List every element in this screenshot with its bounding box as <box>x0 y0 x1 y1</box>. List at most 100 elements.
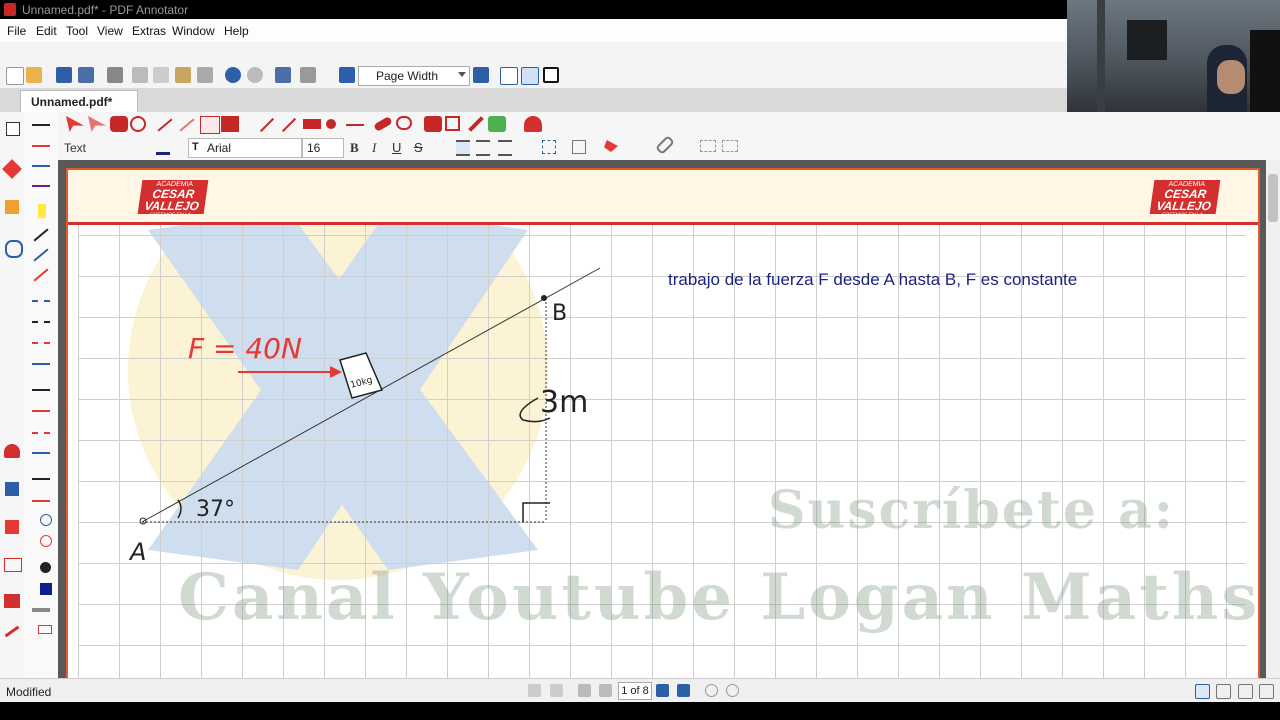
favorites-heart-icon[interactable] <box>524 116 542 132</box>
zoom-out-icon[interactable] <box>339 67 355 83</box>
align-right-icon[interactable] <box>498 140 512 156</box>
ungroup-icon[interactable] <box>722 140 738 152</box>
arrow-tool-icon[interactable] <box>281 117 297 133</box>
stamp-label-icon[interactable] <box>4 558 22 572</box>
zoom-tool-icon[interactable] <box>130 116 146 132</box>
save-icon[interactable] <box>56 67 72 83</box>
border-width-icon[interactable] <box>572 140 586 154</box>
text-select-icon[interactable] <box>88 116 106 132</box>
marker-tool-icon[interactable] <box>179 118 195 132</box>
ruler-icon[interactable] <box>468 116 484 132</box>
menu-help[interactable]: Help <box>224 24 249 38</box>
favorites-heart-icon[interactable] <box>4 444 20 458</box>
paperclip-icon[interactable] <box>5 240 23 258</box>
camera-icon[interactable] <box>424 116 442 132</box>
stamp-tool-icon[interactable] <box>221 116 239 132</box>
menu-tool[interactable]: Tool <box>66 24 88 38</box>
history-back-icon[interactable] <box>528 684 541 697</box>
next-page-icon[interactable] <box>656 684 669 697</box>
circle-blue-icon[interactable] <box>40 514 52 526</box>
menu-window[interactable]: Window <box>172 24 215 38</box>
first-page-icon[interactable] <box>578 684 591 697</box>
view-facing-icon[interactable] <box>1238 684 1253 699</box>
text-color-icon[interactable] <box>156 138 170 155</box>
insert-page-icon[interactable] <box>488 116 506 132</box>
single-page-icon[interactable] <box>500 67 518 85</box>
border-style-icon[interactable] <box>542 140 556 154</box>
paste-icon[interactable] <box>175 67 191 83</box>
arrow-blue-icon[interactable] <box>32 452 50 454</box>
rect-blue-icon[interactable] <box>40 583 52 595</box>
dashed-red-2-icon[interactable] <box>32 432 50 434</box>
history-forward-icon[interactable] <box>550 684 563 697</box>
redo-icon[interactable] <box>247 67 263 83</box>
page-options-icon[interactable] <box>300 67 316 83</box>
vertical-scrollbar[interactable] <box>1266 160 1280 678</box>
pen-blue-icon[interactable] <box>32 165 50 167</box>
pen-icon[interactable] <box>157 118 173 132</box>
text-box-icon[interactable] <box>200 116 220 134</box>
undo-icon[interactable] <box>225 67 241 83</box>
previous-page-icon[interactable] <box>599 684 612 697</box>
fullscreen-icon[interactable] <box>543 67 559 83</box>
page-indicator[interactable]: 1 of 8 <box>618 682 652 700</box>
dimension-blue-icon[interactable] <box>32 363 50 365</box>
dimension-tool-icon[interactable] <box>346 124 364 126</box>
delete-icon[interactable] <box>197 67 213 83</box>
page-width-icon[interactable] <box>521 67 539 85</box>
pen-black-icon[interactable] <box>32 124 50 126</box>
highlighter-yellow-icon[interactable] <box>38 204 46 218</box>
menu-extras[interactable]: Extras <box>132 24 166 38</box>
hand-icon[interactable] <box>110 116 128 132</box>
line-tool-icon[interactable] <box>259 117 275 133</box>
zoom-select[interactable]: Page Width <box>358 66 470 86</box>
line-blue-icon[interactable] <box>33 248 49 262</box>
scrollbar-thumb[interactable] <box>1268 174 1278 222</box>
view-single-icon[interactable] <box>1195 684 1210 699</box>
binoculars-icon[interactable] <box>275 67 291 83</box>
gray-bar-icon[interactable] <box>32 608 50 612</box>
rect-red-outline-icon[interactable] <box>38 625 52 634</box>
link-icon[interactable] <box>655 135 675 155</box>
font-size-select[interactable]: 16 <box>302 138 344 158</box>
new-icon[interactable] <box>6 67 24 85</box>
circle-red-icon[interactable] <box>40 535 52 547</box>
strike-button[interactable]: S <box>414 140 423 155</box>
dimension-red-icon[interactable] <box>32 410 50 412</box>
dashed-black-icon[interactable] <box>32 321 50 323</box>
italic-button[interactable]: I <box>372 140 376 156</box>
arrow-black-icon[interactable] <box>32 478 50 480</box>
document-viewport[interactable]: ACADEMIA CESAR VALLEJO CREEMOS EN LA EXI… <box>58 160 1266 678</box>
marker-icon[interactable] <box>5 520 19 534</box>
align-left-icon[interactable] <box>456 140 470 156</box>
open-folder-icon[interactable] <box>26 67 42 83</box>
copy-icon[interactable] <box>153 67 169 83</box>
view-continuous-icon[interactable] <box>1216 684 1231 699</box>
crop-icon[interactable] <box>445 116 460 131</box>
pdf-page[interactable]: ACADEMIA CESAR VALLEJO CREEMOS EN LA EXI… <box>66 168 1260 678</box>
ellipse-tool-icon[interactable] <box>326 119 336 129</box>
group-icon[interactable] <box>700 140 716 152</box>
line-black-icon[interactable] <box>33 228 49 242</box>
fill-color-icon[interactable] <box>604 140 618 152</box>
save-as-icon[interactable] <box>78 67 94 83</box>
lasso-icon[interactable] <box>396 116 412 130</box>
align-center-icon[interactable] <box>476 140 490 156</box>
folder-icon[interactable] <box>5 200 19 214</box>
zoom-in-icon[interactable] <box>473 67 489 83</box>
rectangle-tool-icon[interactable] <box>303 119 321 129</box>
dashed-red-icon[interactable] <box>32 342 50 344</box>
line-red-icon[interactable] <box>33 268 49 282</box>
pen-red-icon[interactable] <box>32 145 50 147</box>
eraser-icon[interactable] <box>373 116 393 132</box>
dimension-black-icon[interactable] <box>32 389 50 391</box>
menu-file[interactable]: File <box>7 24 26 38</box>
back-icon[interactable] <box>705 684 718 697</box>
font-select[interactable]: T Arial <box>188 138 302 158</box>
arrow-red-icon[interactable] <box>32 500 50 502</box>
cut-icon[interactable] <box>132 67 148 83</box>
view-grid-icon[interactable] <box>1259 684 1274 699</box>
print-icon[interactable] <box>107 67 123 83</box>
menu-view[interactable]: View <box>97 24 123 38</box>
bold-button[interactable]: B <box>350 140 359 156</box>
